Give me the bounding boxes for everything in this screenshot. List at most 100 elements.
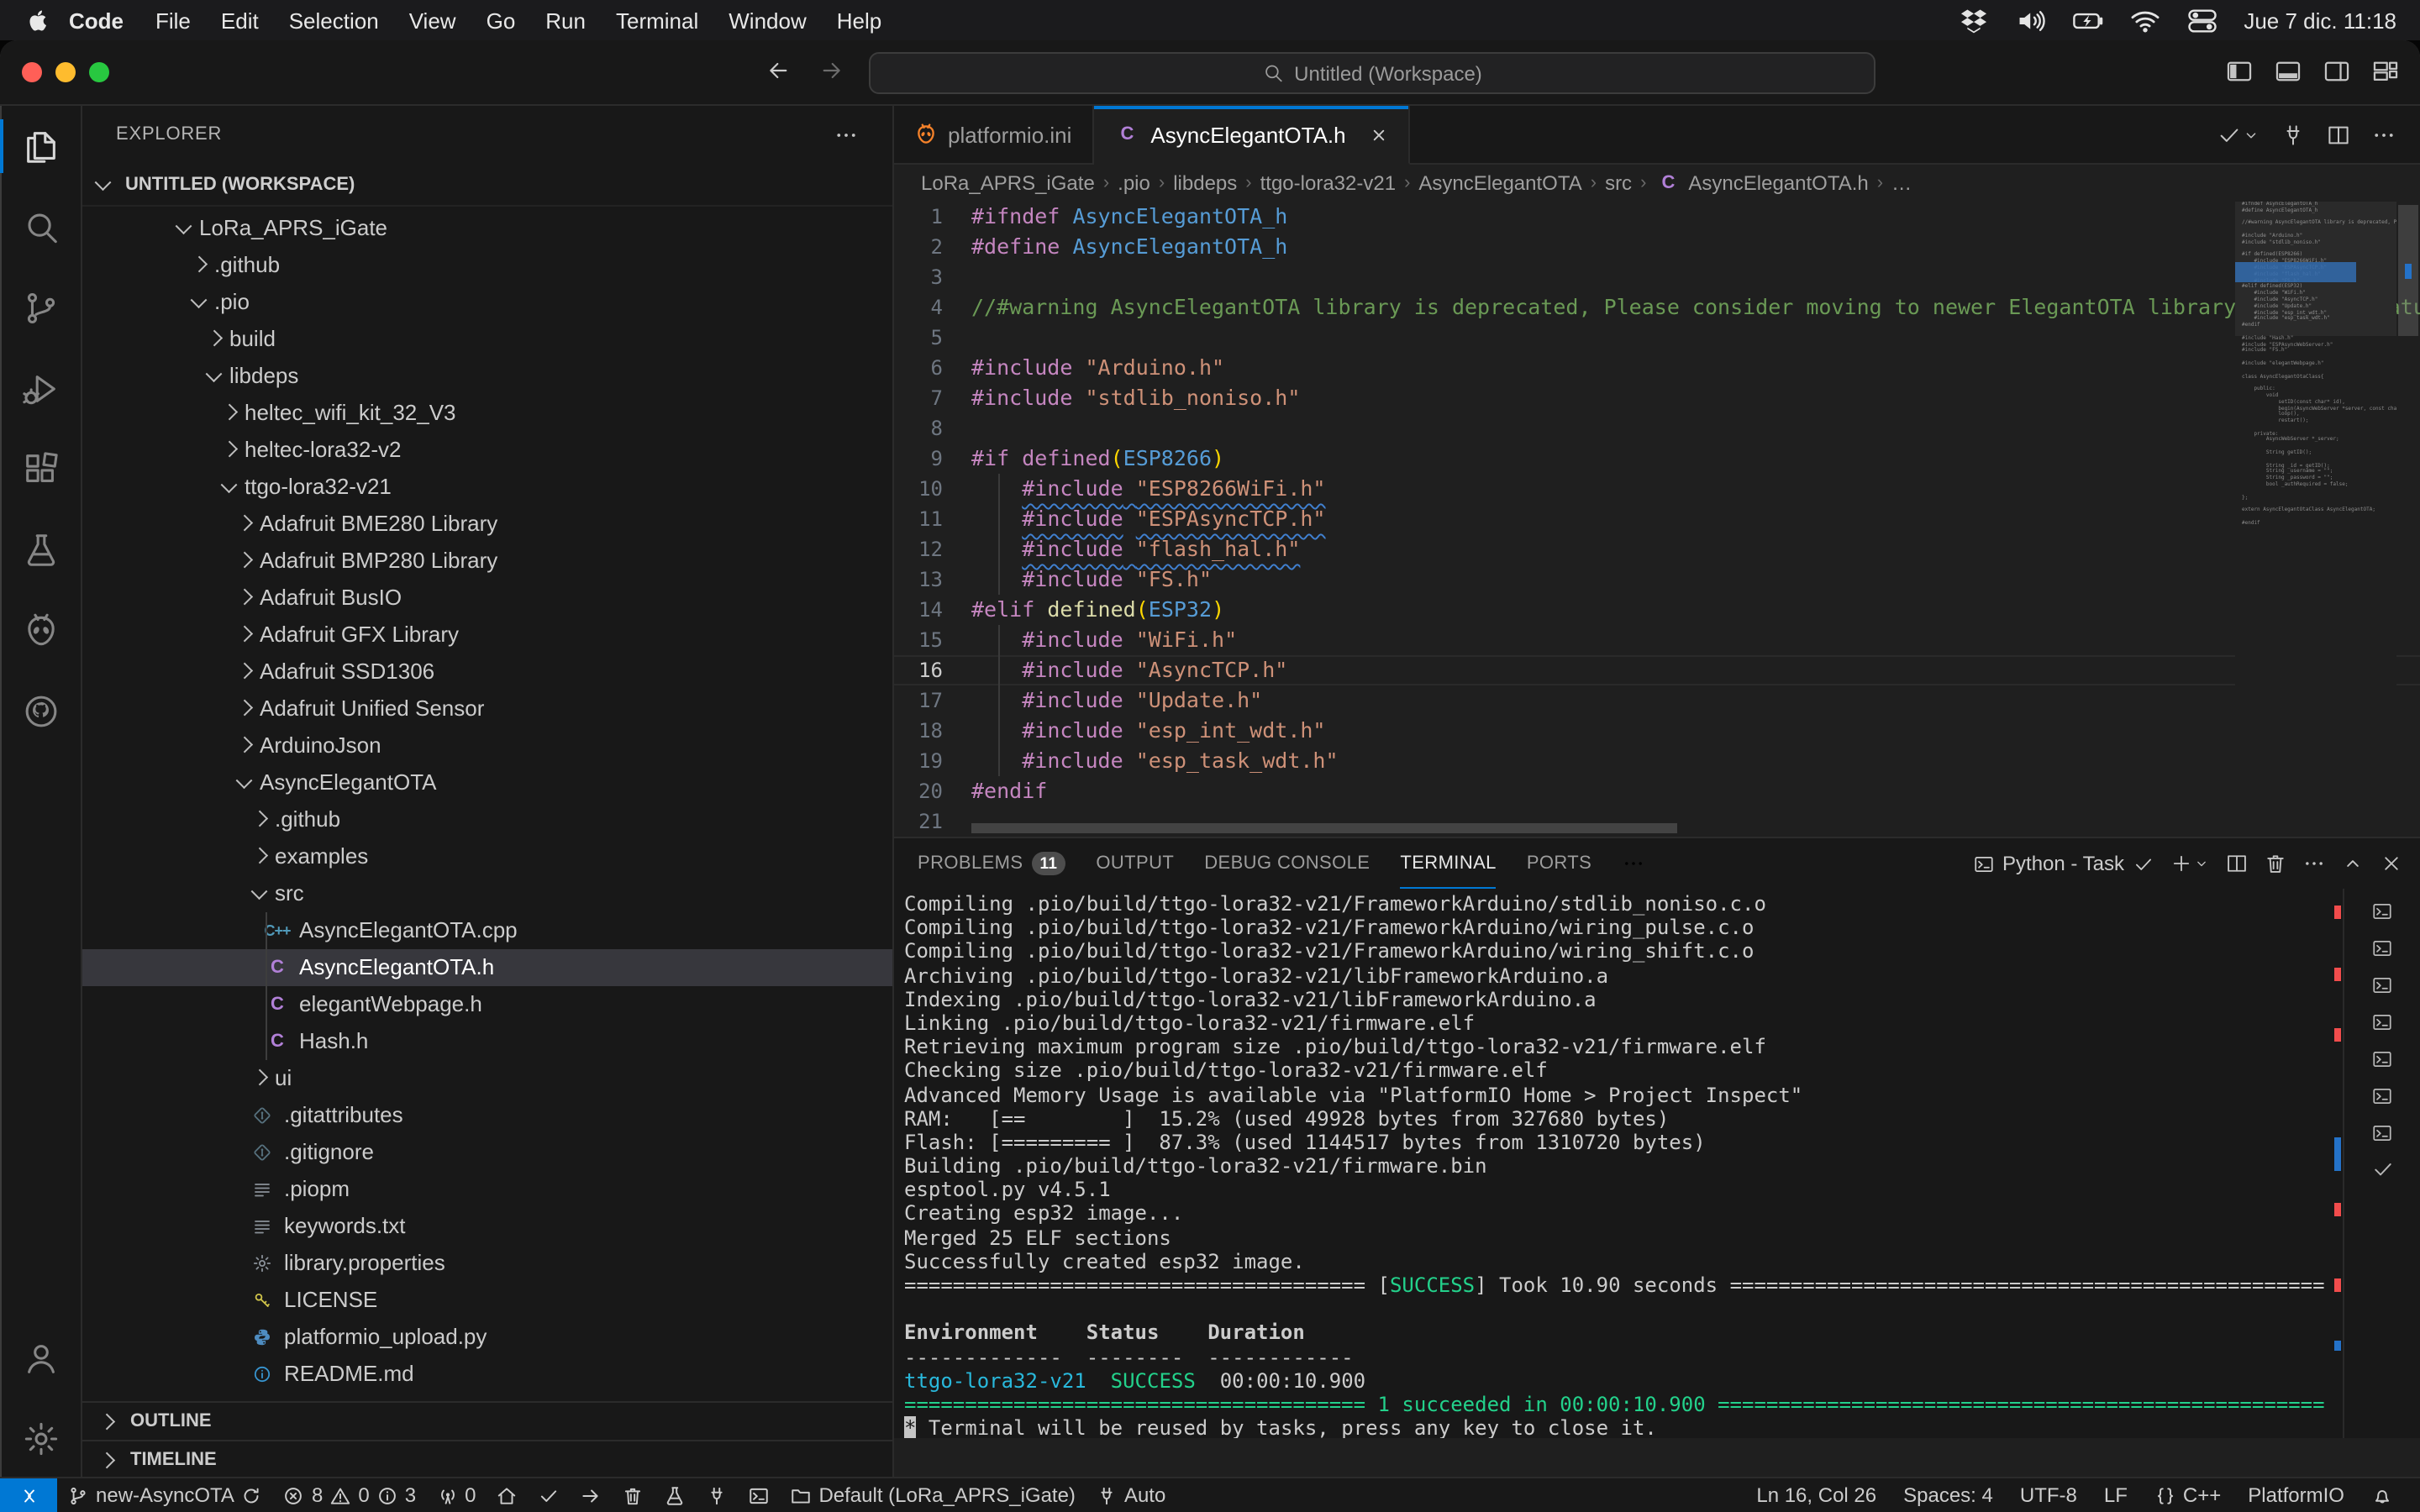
activity-bar-extensions[interactable] [0,428,81,509]
code-line-17[interactable]: 17 #include "Update.h" [894,685,2420,716]
terminal-output[interactable]: Compiling .pio/build/ttgo-lora32-v21/Fra… [894,889,2343,1438]
code-line-4[interactable]: 4//#warning AsyncElegantOTA library is d… [894,292,2420,323]
tree-folder-lora-aprs-igate[interactable]: LoRa_APRS_iGate [82,209,892,246]
code-line-7[interactable]: 7#include "stdlib_noniso.h" [894,383,2420,413]
tree-folder-libdeps[interactable]: libdeps [82,357,892,394]
status-pio-build[interactable] [528,1478,570,1512]
status-pio-upload[interactable] [570,1478,612,1512]
tree-folder-arduinojson[interactable]: ArduinoJson [82,727,892,764]
activity-bar-accounts[interactable] [0,1317,81,1398]
tree-folder-adafruit-busio[interactable]: Adafruit BusIO [82,579,892,616]
tree-file-piopm[interactable]: .piopm [82,1170,892,1207]
breadcrumb-item-libdeps[interactable]: libdeps [1173,171,1237,195]
breadcrumb-item-ttgo-lora32-v21[interactable]: ttgo-lora32-v21 [1260,171,1396,195]
editor-tab-asyncelegantota-h[interactable]: CAsyncElegantOTA.h [1093,106,1409,165]
terminal-tab-task[interactable] [2344,1040,2420,1077]
close-panel-button[interactable] [2380,852,2403,875]
status-cursor-position[interactable]: Ln 16, Col 26 [1743,1478,1890,1512]
pio-upload-button[interactable] [2281,122,2306,147]
tree-file-keywords-txt[interactable]: keywords.txt [82,1207,892,1244]
tree-file-elegantwebpage-h[interactable]: CelegantWebpage.h [82,985,892,1022]
tree-file-hash-h[interactable]: CHash.h [82,1022,892,1059]
status-broadcast[interactable]: 0 [426,1478,486,1512]
menu-item-help[interactable]: Help [822,8,897,33]
tree-folder-adafruit-gfx-library[interactable]: Adafruit GFX Library [82,616,892,653]
customize-layout-button[interactable] [2371,57,2400,86]
status-pio-port[interactable]: Auto [1086,1478,1176,1512]
tree-folder-asynctcp[interactable]: AsyncTCP [82,1392,892,1401]
wifi-icon[interactable] [2129,4,2161,36]
code-line-5[interactable]: 5 [894,323,2420,353]
breadcrumb-item-[interactable]: … [1891,171,1912,195]
panel-tab-terminal[interactable]: TERMINAL [1400,838,1496,889]
terminal-tab-task[interactable] [2344,1077,2420,1114]
menu-item-window[interactable]: Window [713,8,822,33]
code-line-13[interactable]: 13 #include "FS.h" [894,564,2420,595]
terminal-tab-task[interactable] [2344,929,2420,966]
battery-icon[interactable] [2072,4,2104,36]
tree-folder-adafruit-unified-sensor[interactable]: Adafruit Unified Sensor [82,690,892,727]
navigate-forward-icon[interactable] [818,57,845,84]
maximize-panel-button[interactable] [2341,852,2365,875]
code-line-1[interactable]: 1#ifndef AsyncElegantOTA_h [894,202,2420,232]
status-branch[interactable]: new-AsyncOTA [57,1478,273,1512]
code-editor[interactable]: 1#ifndef AsyncElegantOTA_h2#define Async… [894,202,2420,837]
status-notifications[interactable] [2358,1478,2407,1512]
panel-tab-debug-console[interactable]: DEBUG CONSOLE [1204,838,1370,889]
status-language-mode[interactable]: C++ [2141,1478,2234,1512]
vertical-scrollbar[interactable] [2396,202,2420,837]
status-pio-env[interactable]: Default (LoRa_APRS_iGate) [780,1478,1086,1512]
code-line-8[interactable]: 8 [894,413,2420,444]
status-pio-home[interactable] [486,1478,528,1512]
code-line-11[interactable]: 11 #include "ESPAsyncTCP.h" [894,504,2420,534]
menu-item-go[interactable]: Go [471,8,531,33]
terminal-tab-task[interactable] [2344,966,2420,1003]
tree-file-library-properties[interactable]: library.properties [82,1244,892,1281]
code-line-2[interactable]: 2#define AsyncElegantOTA_h [894,232,2420,262]
activity-bar-github[interactable] [0,670,81,751]
status-encoding[interactable]: UTF-8 [2007,1478,2091,1512]
tree-folder-github[interactable]: .github [82,246,892,283]
breadcrumb-item-asyncelegantota-h[interactable]: CAsyncElegantOTA.h [1655,171,1868,195]
tree-file-readme-md[interactable]: README.md [82,1355,892,1392]
tree-folder-asyncelegantota[interactable]: AsyncElegantOTA [82,764,892,801]
tree-folder-ttgo-lora32-v21[interactable]: ttgo-lora32-v21 [82,468,892,505]
tree-folder-heltec-lora32-v2[interactable]: heltec-lora32-v2 [82,431,892,468]
timeline-section-header[interactable]: TIMELINE [82,1440,892,1478]
tree-folder-pio[interactable]: .pio [82,283,892,320]
breadcrumb-item-src[interactable]: src [1605,171,1632,195]
new-terminal-button[interactable] [2170,852,2210,875]
activity-bar-explorer[interactable] [0,106,81,186]
tree-file-asyncelegantota-h[interactable]: CAsyncElegantOTA.h [82,948,892,985]
tree-folder-adafruit-ssd1306[interactable]: Adafruit SSD1306 [82,653,892,690]
menu-item-terminal[interactable]: Terminal [601,8,713,33]
dropbox-icon[interactable] [1958,4,1990,36]
activity-bar-search[interactable] [0,186,81,267]
split-terminal-button[interactable] [2225,852,2249,875]
activity-bar-testing[interactable] [0,509,81,590]
menu-item-edit[interactable]: Edit [206,8,274,33]
tree-file-gitattributes[interactable]: .gitattributes [82,1096,892,1133]
breadcrumb-item-asyncelegantota[interactable]: AsyncElegantOTA [1418,171,1581,195]
status-pio-clean[interactable] [612,1478,654,1512]
menu-item-selection[interactable]: Selection [274,8,394,33]
code-line-12[interactable]: 12 #include "flash_hal.h" [894,534,2420,564]
minimize-window-button[interactable] [55,62,76,82]
minimap[interactable]: #ifndef AsyncElegantOTA_h #define AsyncE… [2235,202,2396,837]
code-line-15[interactable]: 15 #include "WiFi.h" [894,625,2420,655]
panel-tab-ports[interactable]: PORTS [1527,838,1591,889]
tree-folder-github[interactable]: .github [82,801,892,837]
tree-file-license[interactable]: LICENSE [82,1281,892,1318]
code-line-18[interactable]: 18 #include "esp_int_wdt.h" [894,716,2420,746]
activity-bar-settings[interactable] [0,1398,81,1478]
horizontal-scrollbar[interactable] [971,823,1677,833]
status-indentation[interactable]: Spaces: 4 [1890,1478,2007,1512]
control-center-icon[interactable] [2186,4,2218,36]
tree-file-asyncelegantota-cpp[interactable]: C++AsyncElegantOTA.cpp [82,911,892,948]
tree-folder-build[interactable]: build [82,320,892,357]
status-pio-monitor[interactable] [696,1478,738,1512]
workspace-section-header[interactable]: UNTITLED (WORKSPACE) [82,165,892,207]
activity-bar-platformio[interactable] [0,590,81,670]
toggle-sidebar-button[interactable] [2225,57,2254,86]
panel-tab-output[interactable]: OUTPUT [1096,838,1174,889]
